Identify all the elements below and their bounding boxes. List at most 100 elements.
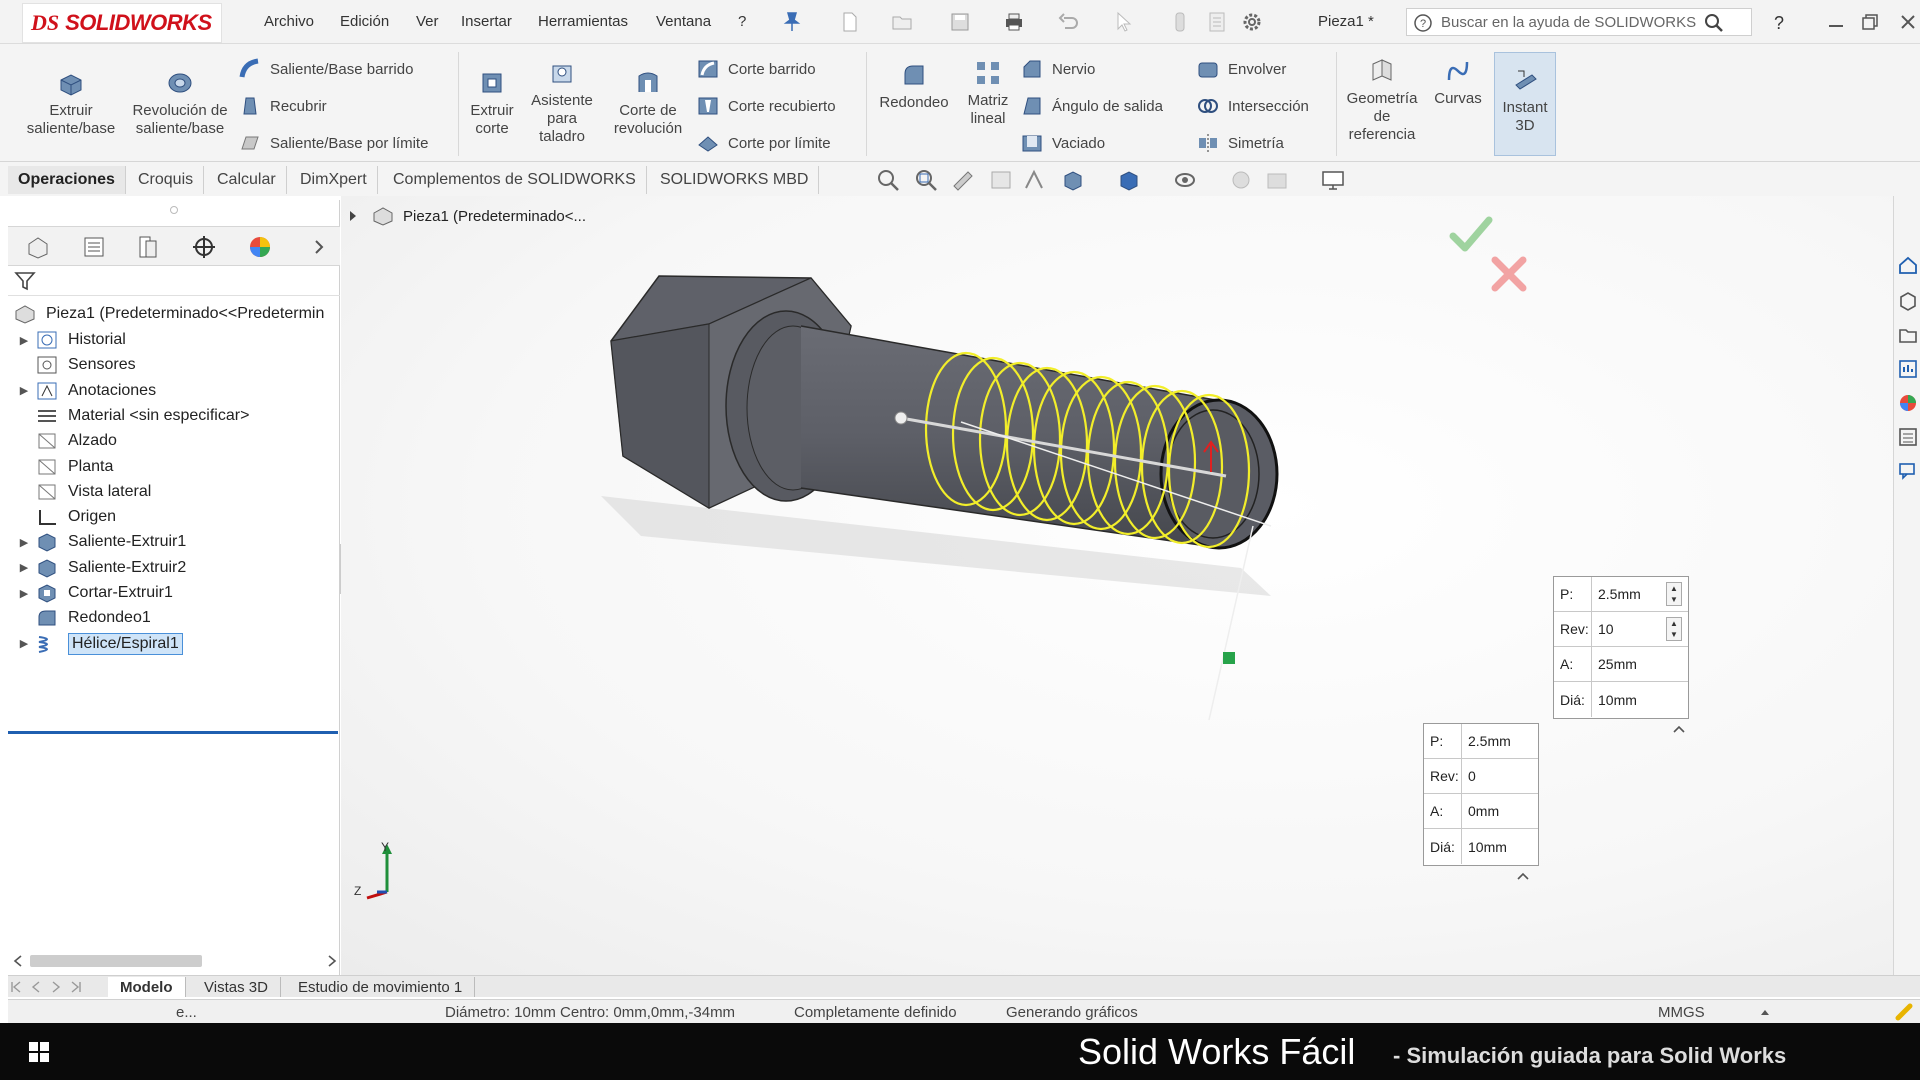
view-palette-icon[interactable] [1897, 358, 1919, 380]
tab-feature-manager[interactable] [18, 231, 58, 263]
tree-filter-row[interactable] [8, 266, 340, 296]
tree-item[interactable]: Sensores [8, 351, 340, 379]
windows-start-icon[interactable] [28, 1041, 50, 1063]
zoom-to-fit-icon[interactable] [876, 168, 902, 192]
tab-configuration-manager[interactable] [128, 231, 168, 263]
print-icon[interactable] [1002, 10, 1026, 34]
helix-start-handle[interactable] [894, 411, 908, 425]
tab-dimxpert[interactable]: DimXpert [290, 166, 378, 194]
open-folder-icon[interactable] [890, 10, 914, 34]
corte-revolucion-button[interactable]: Corte de revolución [606, 68, 690, 138]
display-style-icon[interactable] [1116, 168, 1142, 192]
scroll-right-icon[interactable] [326, 954, 338, 968]
new-document-icon[interactable] [838, 10, 862, 34]
menu-insertar[interactable]: Insertar [461, 13, 512, 30]
tree-item[interactable]: ▶ Hélice/Espiral1 [8, 630, 340, 658]
tab-mbd[interactable]: SOLIDWORKS MBD [650, 166, 820, 194]
panel-grip-icon[interactable] [170, 206, 178, 214]
hide-show-items-icon[interactable] [1172, 168, 1198, 192]
tab-property-manager[interactable] [74, 231, 114, 263]
tab-estudio-movimiento[interactable]: Estudio de movimiento 1 [286, 977, 476, 997]
search-icon[interactable] [1703, 12, 1725, 34]
minimize-icon[interactable] [1824, 10, 1848, 34]
callout-end-height-value[interactable]: 25mm [1592, 656, 1637, 672]
forum-icon[interactable] [1897, 460, 1919, 482]
menu-ventana[interactable]: Ventana [656, 13, 711, 30]
previous-view-icon[interactable] [950, 168, 976, 192]
tree-item[interactable]: Material <sin especificar> [8, 402, 340, 430]
graphics-viewport[interactable]: Pieza1 (Predeterminado<... P: 2.5mm ▲ ▼ … [341, 196, 1893, 975]
tree-item[interactable]: ▶ Cortar-Extruir1 [8, 579, 340, 607]
dynamic-annotation-icon[interactable] [1022, 168, 1048, 192]
vaciado-button[interactable]: Vaciado [1020, 130, 1105, 156]
matriz-lineal-button[interactable]: Matriz lineal [960, 58, 1016, 128]
simetria-button[interactable]: Simetría [1196, 130, 1284, 156]
scroll-thumb[interactable] [30, 955, 202, 967]
envolver-button[interactable]: Envolver [1196, 56, 1286, 82]
appearances-icon[interactable] [1897, 392, 1919, 414]
expand-arrow-icon[interactable]: ▶ [14, 334, 34, 347]
tree-item[interactable]: ▶ Historial [8, 326, 340, 354]
rebuild-status-icon[interactable] [1894, 1002, 1914, 1022]
rev-spinner[interactable]: ▲ ▼ [1666, 617, 1682, 641]
save-icon[interactable] [948, 10, 972, 34]
curvas-button[interactable]: Curvas [1428, 56, 1488, 108]
tab-operaciones[interactable]: Operaciones [8, 166, 126, 194]
callout-end-pitch-value[interactable]: 2.5mm [1592, 586, 1641, 602]
tab-complementos[interactable]: Complementos de SOLIDWORKS [383, 166, 647, 194]
tree-item[interactable]: Vista lateral [8, 478, 340, 506]
revolucion-saliente-button[interactable]: Revolución de saliente/base [130, 68, 230, 138]
tab-calcular[interactable]: Calcular [207, 166, 287, 194]
asistente-taladro-button[interactable]: Asistente para taladro [524, 58, 600, 146]
filter-icon[interactable] [14, 270, 36, 292]
menu-ver[interactable]: Ver [416, 13, 439, 30]
scroll-left-icon[interactable] [12, 954, 24, 968]
menu-help[interactable]: ? [738, 13, 746, 30]
panel-tabs-more[interactable] [306, 231, 332, 263]
pitch-spinner[interactable]: ▲ ▼ [1666, 582, 1682, 606]
tree-rollback-bar[interactable] [8, 731, 338, 734]
tree-root[interactable]: Pieza1 (Predeterminado<<Predetermin [8, 300, 340, 328]
home-icon[interactable] [1897, 254, 1919, 276]
menu-edicion[interactable]: Edición [340, 13, 389, 30]
corte-limite-button[interactable]: Corte por límite [696, 130, 831, 156]
callout-start-height-value[interactable]: 0mm [1462, 803, 1499, 819]
tab-display-manager[interactable] [240, 231, 280, 263]
edit-appearance-icon[interactable] [1228, 168, 1254, 192]
units-dropdown-icon[interactable] [1760, 1008, 1770, 1016]
angulo-salida-button[interactable]: Ángulo de salida [1020, 93, 1163, 119]
expand-arrow-icon[interactable]: ▶ [14, 637, 34, 650]
section-view-icon[interactable] [988, 168, 1014, 192]
callout-end-collapse-icon[interactable] [1671, 723, 1687, 735]
callout-start-pitch-value[interactable]: 2.5mm [1462, 733, 1511, 749]
tree-item[interactable]: Origen [8, 503, 340, 531]
tree-item[interactable]: ▶ Anotaciones [8, 377, 340, 405]
select-arrow-icon[interactable] [1112, 10, 1136, 34]
options-gear-icon[interactable] [1240, 10, 1264, 34]
helix-end-handle[interactable] [1223, 652, 1235, 664]
rebuild-icon[interactable] [1168, 10, 1192, 34]
last-tab-icon[interactable] [70, 980, 82, 994]
status-units[interactable]: MMGS [1658, 1004, 1705, 1021]
first-tab-icon[interactable] [10, 980, 22, 994]
view-orientation-icon[interactable] [1060, 168, 1086, 192]
callout-start-collapse-icon[interactable] [1515, 870, 1531, 882]
tab-modelo[interactable]: Modelo [108, 977, 186, 997]
menu-herramientas[interactable]: Herramientas [538, 13, 628, 30]
zoom-to-area-icon[interactable] [914, 168, 940, 192]
recubrir-button[interactable]: Recubrir [238, 93, 327, 119]
close-icon[interactable] [1896, 10, 1920, 34]
nervio-button[interactable]: Nervio [1020, 56, 1095, 82]
pin-icon[interactable] [780, 10, 804, 34]
callout-start-rev-value[interactable]: 0 [1462, 768, 1476, 784]
callout-start-diameter-value[interactable]: 10mm [1462, 839, 1507, 855]
horizontal-scrollbar[interactable] [8, 950, 340, 972]
custom-properties-icon[interactable] [1897, 426, 1919, 448]
view-settings-icon[interactable] [1320, 168, 1346, 192]
menu-archivo[interactable]: Archivo [264, 13, 314, 30]
redondeo-button[interactable]: Redondeo [872, 60, 956, 112]
tab-navigation-arrows[interactable] [10, 980, 100, 994]
geometria-referencia-button[interactable]: Geometría de referencia [1340, 56, 1424, 144]
instant3d-button[interactable]: Instant 3D [1494, 52, 1556, 156]
expand-arrow-icon[interactable]: ▶ [14, 587, 34, 600]
